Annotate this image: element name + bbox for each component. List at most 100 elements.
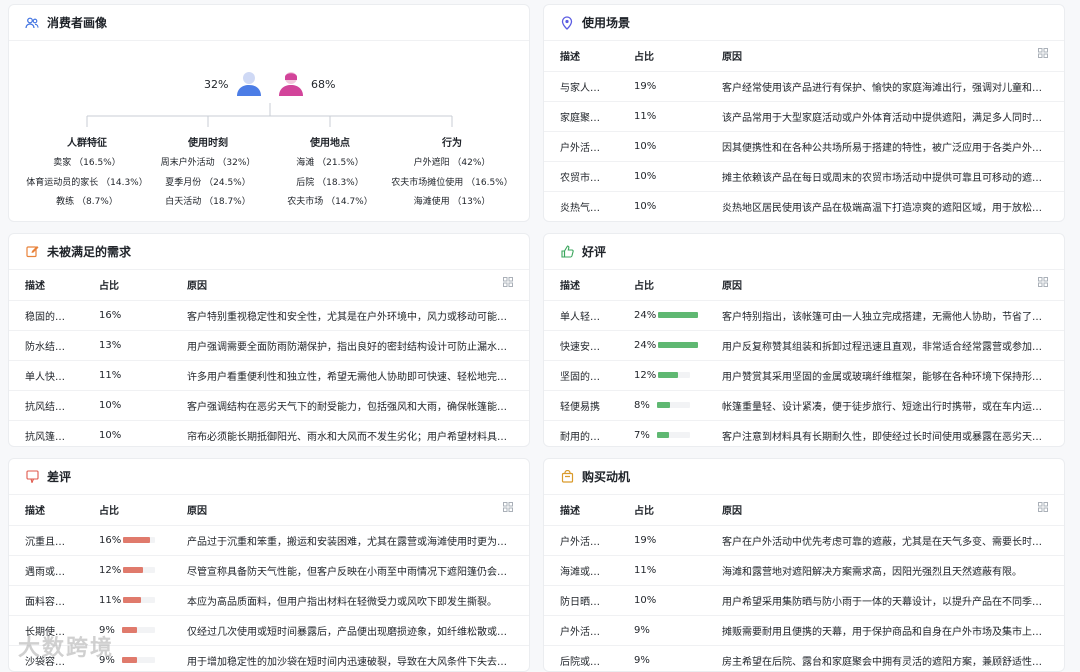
row-pct-cell: 16% xyxy=(83,524,171,555)
unmet-title: 未被满足的需求 xyxy=(47,245,132,259)
table-row[interactable]: 与家人共... 19% 客户经常使用该产品进行有保护、愉快的家庭海滩出行，强调对儿童… xyxy=(544,70,1064,101)
progress-fill xyxy=(657,402,671,408)
row-desc: 家庭聚会... xyxy=(544,100,618,131)
table-row[interactable]: 防日晒与... 10% 用户希望采用集防晒与防小雨于一体的天幕设计，以提升产品在不同… xyxy=(544,584,1064,615)
row-pct: 10% xyxy=(83,419,171,446)
persona-item: 夏季月份 （24.5%） xyxy=(165,178,251,188)
scenes-table: 描述 占比 原因 与家人共... 19% 客户经常使用该产品进行有保护、愉快的家庭海… xyxy=(544,41,1064,221)
table-row[interactable]: 家庭聚会... 11% 该产品常用于大型家庭活动或户外体育活动中提供遮阳，满足多人同… xyxy=(544,100,1064,131)
thumbs-down-icon xyxy=(25,470,39,484)
progress-bar xyxy=(122,627,155,633)
row-desc: 户外活动... xyxy=(544,130,618,161)
row-reason: 本应为高品质面料，但用户指出材料在轻微受力或风吹下即发生撕裂。 xyxy=(171,584,529,615)
table-row[interactable]: 快速安装... 24% 用户反复称赞其组装和拆卸过程迅速且直观，非常适合经常露营或参… xyxy=(544,329,1064,360)
good-header: 好评 xyxy=(544,234,1064,270)
row-desc: 坚固的框... xyxy=(544,359,618,390)
table-row[interactable]: 坚固的框... 12% 用户赞赏其采用坚固的金属或玻璃纤维框架，能够在各种环境下保持… xyxy=(544,359,1064,390)
row-reason: 客户特别指出，该帐篷可由一人独立完成搭建，无需他人协助，节省了户外... xyxy=(706,299,1064,330)
progress-fill xyxy=(122,627,138,633)
row-pct: 10% xyxy=(618,130,706,161)
row-pct: 13% xyxy=(83,329,171,360)
progress-fill xyxy=(658,312,699,318)
row-desc: 防水结构... xyxy=(9,329,83,360)
table-row[interactable]: 耐用的构造 7% 客户注意到材料具有长期耐久性，即使经过长时间使用或暴露在恶劣天气下… xyxy=(544,419,1064,446)
users-icon xyxy=(25,16,39,30)
persona-item: 后院 （18.3%） xyxy=(296,178,364,188)
table-row[interactable]: 农贸市场... 10% 摊主依赖该产品在每日或周末的农贸市场活动中提供可靠且可移动的… xyxy=(544,160,1064,191)
progress-fill xyxy=(122,657,138,664)
progress-bar xyxy=(658,372,690,378)
row-desc: 抗风结构... xyxy=(9,389,83,420)
col-reason: 原因 xyxy=(706,495,1064,525)
scenes-header: 使用场景 xyxy=(544,5,1064,41)
row-pct-cell: 24% xyxy=(618,329,706,360)
persona-item: 农夫市场 （14.7%） xyxy=(287,197,373,207)
good-table: 描述 占比 原因 单人轻松... 24% 客户特别指出，该帐篷可由一人独立完成搭建，… xyxy=(544,270,1064,446)
row-desc: 单人轻松... xyxy=(544,299,618,330)
persona-item: 卖家 （16.5%） xyxy=(53,158,121,168)
good-title: 好评 xyxy=(582,245,607,259)
persona-card: 消费者画像 32% 68% 人群特征 使用时刻 使用地点 行为 卖家 （16.5… xyxy=(8,4,530,222)
table-row[interactable]: 抗风结构... 10% 客户强调结构在恶劣天气下的耐受能力，包括强风和大雨，确保帐篷… xyxy=(9,389,529,420)
row-pct: 12% xyxy=(634,369,657,381)
grid-icon[interactable] xyxy=(1038,277,1048,290)
unmet-table: 描述 占比 原因 稳固的固... 16% 客户特别重视稳定性和安全性，尤其是在户外环… xyxy=(9,270,529,446)
table-row[interactable]: 抗风篷布... 10% 帘布必须能长期抵御阳光、雨水和大风而不发生劣化；用户希望材料… xyxy=(9,419,529,446)
table-row[interactable]: 单人快速... 11% 许多用户看重便利性和独立性，希望无需他人协助即可快速、轻松地… xyxy=(9,359,529,390)
grid-icon[interactable] xyxy=(1038,502,1048,515)
row-desc: 稳固的固... xyxy=(9,299,83,330)
table-row[interactable]: 防水结构... 13% 用户强调需要全面防雨防潮保护，指出良好的密封结构设计可防止漏… xyxy=(9,329,529,360)
row-pct-cell: 7% xyxy=(618,419,706,446)
row-reason: 用于增加稳定性的加沙袋在短时间内迅速破裂，导致在大风条件下失去效用。 xyxy=(171,644,529,671)
table-row[interactable]: 户外活动... 9% 摊贩需要耐用且便携的天幕，用于保护商品和自身在户外市场及集市上… xyxy=(544,614,1064,645)
row-pct-cell: 11% xyxy=(83,584,171,615)
row-desc: 单人快速... xyxy=(9,359,83,390)
row-pct: 16% xyxy=(83,299,171,330)
progress-bar xyxy=(658,342,699,348)
persona-item: 体育运动员的家长 （14.3%） xyxy=(26,178,148,188)
grid-icon[interactable] xyxy=(503,502,513,515)
row-pct: 10% xyxy=(618,584,706,615)
table-row[interactable]: 户外活动... 10% 因其便携性和在各种公共场所易于搭建的特性，被广泛应用于各类户… xyxy=(544,130,1064,161)
table-row[interactable]: 户外活动... 19% 客户在户外活动中优先考虑可靠的遮蔽，尤其是在天气多变、需要长… xyxy=(544,524,1064,555)
row-desc: 农贸市场... xyxy=(544,160,618,191)
row-desc: 沉重且体... xyxy=(9,524,83,555)
grid-icon[interactable] xyxy=(1038,48,1048,61)
persona-item: 白天活动 （18.7%） xyxy=(165,197,251,207)
progress-fill xyxy=(123,597,142,603)
watermark: 大数跨境 xyxy=(18,636,115,661)
table-row[interactable]: 面料容易... 11% 本应为高品质面料，但用户指出材料在轻微受力或风吹下即发生撕裂… xyxy=(9,584,529,615)
table-header-row: 描述 占比 原因 xyxy=(544,495,1064,525)
grid-icon[interactable] xyxy=(503,277,513,290)
table-row[interactable]: 沉重且体... 16% 产品过于沉重和笨重，搬运和安装困难，尤其在露营或海滩使用时更… xyxy=(9,524,529,555)
table-row[interactable]: 炎热气候... 10% 炎热地区居民使用该产品在极端高温下打造凉爽的遮阳区域，用于放… xyxy=(544,190,1064,221)
unmet-card: 未被满足的需求 描述 占比 原因 稳固的固... 16% 客户特别重视稳定性和安全性… xyxy=(8,233,530,447)
row-reason: 客户经常使用该产品进行有保护、愉快的家庭海滩出行，强调对儿童和成人... xyxy=(706,70,1064,101)
persona-col-header: 使用时刻 xyxy=(188,138,228,149)
row-reason: 客户注意到材料具有长期耐久性，即使经过长时间使用或暴露在恶劣天气下... xyxy=(706,419,1064,446)
table-row[interactable]: 稳固的固... 16% 客户特别重视稳定性和安全性，尤其是在户外环境中，风力或移动可… xyxy=(9,299,529,330)
persona-tree-lines xyxy=(86,103,453,127)
persona-header: 消费者画像 xyxy=(9,5,529,41)
row-pct: 19% xyxy=(618,524,706,555)
progress-fill xyxy=(123,537,151,543)
row-pct: 16% xyxy=(99,534,122,546)
table-row[interactable]: 海滩或露... 11% 海滩和露营地对遮阳解决方案需求高，因阳光强烈且天然遮蔽有限。 xyxy=(544,554,1064,585)
persona-col-header: 行为 xyxy=(442,138,462,149)
row-pct: 12% xyxy=(99,564,122,576)
scenes-title: 使用场景 xyxy=(582,16,631,30)
row-reason: 产品过于沉重和笨重，搬运和安装困难，尤其在露营或海滩使用时更为明显。 xyxy=(171,524,529,555)
progress-bar xyxy=(122,657,155,664)
location-pin-icon xyxy=(560,15,574,30)
persona-item: 教练 （8.7%） xyxy=(56,197,118,207)
motive-header: 购买动机 xyxy=(544,459,1064,495)
table-row[interactable]: 遇雨或潮... 12% 尽管宣称具备防天气性能，但客户反映在小雨至中雨情况下遮阳篷仍… xyxy=(9,554,529,585)
table-row[interactable]: 后院或活... 9% 房主希望在后院、露台和家庭聚会中拥有灵活的遮阳方案，兼顾舒适性… xyxy=(544,644,1064,671)
progress-bar xyxy=(657,432,690,439)
col-pct: 占比 xyxy=(618,270,706,300)
row-pct: 10% xyxy=(83,389,171,420)
table-row[interactable]: 轻便易携 8% 帐篷重量轻、设计紧凑，便于徒步旅行、短途出行时携带，或在车内运输。 xyxy=(544,389,1064,420)
row-desc: 户外活动... xyxy=(544,524,618,555)
col-desc: 描述 xyxy=(544,495,618,525)
table-row[interactable]: 单人轻松... 24% 客户特别指出，该帐篷可由一人独立完成搭建，无需他人协助，节省… xyxy=(544,299,1064,330)
